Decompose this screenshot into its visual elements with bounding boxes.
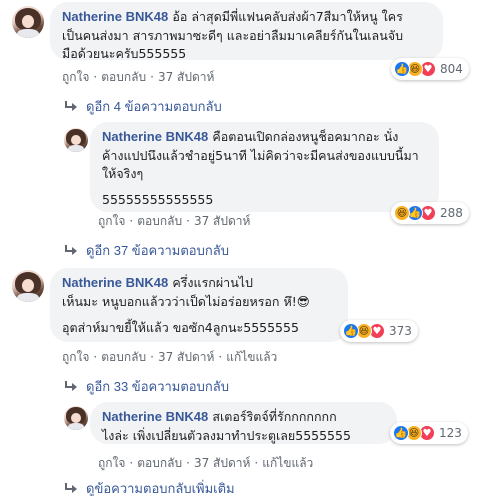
comment-bubble: Natherine BNK48 สเตอร์ริตจ์ที่รักกกกกกก … [90,402,397,444]
reaction-summary[interactable]: 👍 😆 ♥ 804 [391,58,469,80]
view-more-replies-label: ดูอีก 33 ข้อความตอบกลับ [86,379,229,394]
view-more-replies[interactable]: ดูอีก 33 ข้อความตอบกลับ [64,376,229,397]
timestamp[interactable]: 37 สัปดาห์ [158,350,214,364]
reaction-summary[interactable]: 👍 😆 ♥ 373 [340,320,418,342]
reaction-count: 123 [439,426,462,440]
comment-text-line: ไงล่ะ เพิ่งเปลี่ยนตัวลงมาทำประตูเลย55555… [102,428,351,443]
comment-text-line: เห็นมะ หนูบอกแล้ววว่าเป็ดไม่อร่อยหรอก หึ… [62,294,310,309]
comment-bubble: Natherine BNK48 คือตอนเปิดกล่องหนูช็อคมา… [90,122,439,212]
view-more-replies-label: ดูอีก 4 ข้อความตอบกลับ [86,99,222,114]
comment-text-line: สเตอร์ริตจ์ที่รักกกกกกก [212,409,337,424]
avatar[interactable] [64,406,88,430]
timestamp[interactable]: 37 สัปดาห์ [158,70,214,84]
like-link[interactable]: ถูกใจ [98,456,125,470]
reply-arrow-icon [64,244,78,257]
reply-link[interactable]: ตอบกลับ [137,214,182,228]
comment-text-line: อุตส่าห์มาขยี้ให้แล้ว ขอซัก4ลูกนะ5555555 [62,320,299,335]
comment-bubble: Natherine BNK48 อ้อ ล่าสุดมีพี่แฟนคลับส่… [50,2,443,61]
comment-author[interactable]: Natherine BNK48 [62,9,168,24]
comment-text-line: ให้จริงๆ [102,166,144,181]
haha-icon: 😆 [394,205,410,221]
edited-label[interactable]: แก้ไขแล้ว [262,456,313,470]
view-more-replies-label: ดูข้อความตอบกลับเพิ่มเติม [86,481,235,496]
comment-actions: ถูกใจ · ตอบกลับ · 37 สัปดาห์ [98,214,251,228]
like-icon: 👍 [393,425,409,441]
comment-actions: ถูกใจ · ตอบกลับ · 37 สัปดาห์ [62,70,215,84]
comment-text-line: ค้างแปปนึงแล้วชำอยู่5นาที ไม่คิดว่าจะมีค… [102,148,419,163]
view-more-replies[interactable]: ดูอีก 37 ข้อความตอบกลับ [64,240,229,261]
comment-actions: ถูกใจ · ตอบกลับ · 37 สัปดาห์ · แก้ไขแล้ว [98,456,314,470]
reply-arrow-icon [64,380,78,393]
view-more-replies-label: ดูอีก 37 ข้อความตอบกลับ [86,243,229,258]
view-more-replies[interactable]: ดูอีก 4 ข้อความตอบกลับ [64,96,222,117]
comment-text-line: เป็นคนส่งมา สารภาพมาซะดีๆ และอย่าลืมมาเค… [62,28,404,43]
like-link[interactable]: ถูกใจ [62,70,89,84]
comment-text-line: มือด้วยนะครับ555555 [62,46,187,61]
comment-author[interactable]: Natherine BNK48 [102,129,208,144]
comment-text-line: ครึ่งแรกผ่านไป [172,275,253,290]
reply-link[interactable]: ตอบกลับ [101,70,146,84]
avatar[interactable] [12,270,44,302]
reply-arrow-icon [64,482,78,495]
reaction-summary[interactable]: 😆 👍 ♥ 288 [391,202,469,224]
reaction-count: 804 [440,62,463,76]
like-icon: 👍 [394,61,410,77]
reply-link[interactable]: ตอบกลับ [137,456,182,470]
comment-bubble: Natherine BNK48 ครึ่งแรกผ่านไป เห็นมะ หน… [50,268,348,342]
edited-label[interactable]: แก้ไขแล้ว [226,350,277,364]
comment-text-line: อ้อ ล่าสุดมีพี่แฟนคลับส่งผ้า7สีมาให้หนู … [172,9,403,24]
timestamp[interactable]: 37 สัปดาห์ [194,456,250,470]
view-more-replies[interactable]: ดูข้อความตอบกลับเพิ่มเติม [64,478,235,496]
avatar[interactable] [12,6,44,38]
reaction-count: 373 [389,324,412,338]
reply-link[interactable]: ตอบกลับ [101,350,146,364]
like-link[interactable]: ถูกใจ [98,214,125,228]
reaction-summary[interactable]: 👍 😆 ♥ 123 [390,422,468,444]
like-link[interactable]: ถูกใจ [62,350,89,364]
avatar[interactable] [64,128,88,152]
timestamp[interactable]: 37 สัปดาห์ [194,214,250,228]
comment-text-line: 55555555555555 [102,192,214,207]
like-icon: 👍 [343,323,359,339]
comment-author[interactable]: Natherine BNK48 [102,409,208,424]
comment-author[interactable]: Natherine BNK48 [62,275,168,290]
reaction-count: 288 [440,206,463,220]
comment-actions: ถูกใจ · ตอบกลับ · 37 สัปดาห์ · แก้ไขแล้ว [62,350,278,364]
comment-text-line: คือตอนเปิดกล่องหนูช็อคมากอะ นั่ง [212,129,399,144]
reply-arrow-icon [64,100,78,113]
